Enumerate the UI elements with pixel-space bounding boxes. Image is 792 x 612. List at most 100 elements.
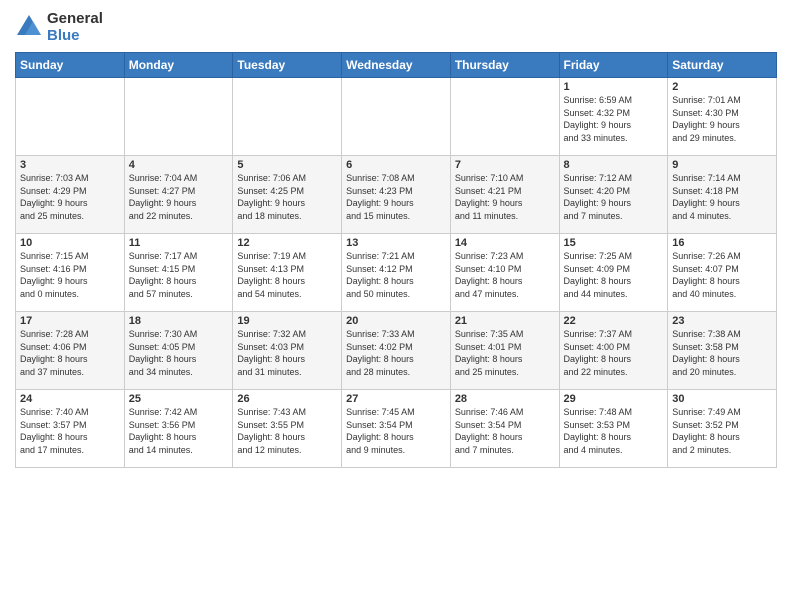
day-info: Sunrise: 7:32 AM Sunset: 4:03 PM Dayligh… [237,328,337,378]
day-info: Sunrise: 7:10 AM Sunset: 4:21 PM Dayligh… [455,172,555,222]
day-info: Sunrise: 7:40 AM Sunset: 3:57 PM Dayligh… [20,406,120,456]
day-number: 14 [455,237,555,249]
logo-text: General Blue [47,10,103,44]
col-header-monday: Monday [124,53,233,78]
day-number: 29 [564,393,664,405]
calendar-cell [342,78,451,156]
calendar-cell: 11Sunrise: 7:17 AM Sunset: 4:15 PM Dayli… [124,234,233,312]
day-info: Sunrise: 7:48 AM Sunset: 3:53 PM Dayligh… [564,406,664,456]
day-number: 21 [455,315,555,327]
day-number: 20 [346,315,446,327]
day-number: 25 [129,393,229,405]
day-info: Sunrise: 7:03 AM Sunset: 4:29 PM Dayligh… [20,172,120,222]
calendar-cell: 6Sunrise: 7:08 AM Sunset: 4:23 PM Daylig… [342,156,451,234]
calendar-cell: 7Sunrise: 7:10 AM Sunset: 4:21 PM Daylig… [450,156,559,234]
day-info: Sunrise: 7:46 AM Sunset: 3:54 PM Dayligh… [455,406,555,456]
day-info: Sunrise: 6:59 AM Sunset: 4:32 PM Dayligh… [564,94,664,144]
day-info: Sunrise: 7:21 AM Sunset: 4:12 PM Dayligh… [346,250,446,300]
day-info: Sunrise: 7:49 AM Sunset: 3:52 PM Dayligh… [672,406,772,456]
day-number: 26 [237,393,337,405]
calendar-cell: 16Sunrise: 7:26 AM Sunset: 4:07 PM Dayli… [668,234,777,312]
calendar-cell: 12Sunrise: 7:19 AM Sunset: 4:13 PM Dayli… [233,234,342,312]
day-number: 6 [346,159,446,171]
calendar-cell: 29Sunrise: 7:48 AM Sunset: 3:53 PM Dayli… [559,390,668,468]
day-info: Sunrise: 7:14 AM Sunset: 4:18 PM Dayligh… [672,172,772,222]
calendar-cell: 13Sunrise: 7:21 AM Sunset: 4:12 PM Dayli… [342,234,451,312]
day-number: 18 [129,315,229,327]
day-info: Sunrise: 7:33 AM Sunset: 4:02 PM Dayligh… [346,328,446,378]
day-info: Sunrise: 7:15 AM Sunset: 4:16 PM Dayligh… [20,250,120,300]
day-number: 10 [20,237,120,249]
calendar-header-row: SundayMondayTuesdayWednesdayThursdayFrid… [16,53,777,78]
day-info: Sunrise: 7:04 AM Sunset: 4:27 PM Dayligh… [129,172,229,222]
col-header-tuesday: Tuesday [233,53,342,78]
calendar-cell: 8Sunrise: 7:12 AM Sunset: 4:20 PM Daylig… [559,156,668,234]
day-info: Sunrise: 7:23 AM Sunset: 4:10 PM Dayligh… [455,250,555,300]
calendar-week-row: 17Sunrise: 7:28 AM Sunset: 4:06 PM Dayli… [16,312,777,390]
day-info: Sunrise: 7:35 AM Sunset: 4:01 PM Dayligh… [455,328,555,378]
calendar-cell: 9Sunrise: 7:14 AM Sunset: 4:18 PM Daylig… [668,156,777,234]
page-container: General Blue SundayMondayTuesdayWednesda… [0,0,792,478]
calendar-cell [450,78,559,156]
day-info: Sunrise: 7:30 AM Sunset: 4:05 PM Dayligh… [129,328,229,378]
calendar-cell: 25Sunrise: 7:42 AM Sunset: 3:56 PM Dayli… [124,390,233,468]
day-number: 15 [564,237,664,249]
day-info: Sunrise: 7:28 AM Sunset: 4:06 PM Dayligh… [20,328,120,378]
calendar-cell: 2Sunrise: 7:01 AM Sunset: 4:30 PM Daylig… [668,78,777,156]
calendar-cell: 19Sunrise: 7:32 AM Sunset: 4:03 PM Dayli… [233,312,342,390]
calendar-cell: 21Sunrise: 7:35 AM Sunset: 4:01 PM Dayli… [450,312,559,390]
day-info: Sunrise: 7:26 AM Sunset: 4:07 PM Dayligh… [672,250,772,300]
logo: General Blue [15,10,103,44]
day-info: Sunrise: 7:17 AM Sunset: 4:15 PM Dayligh… [129,250,229,300]
calendar-cell: 5Sunrise: 7:06 AM Sunset: 4:25 PM Daylig… [233,156,342,234]
calendar-cell: 3Sunrise: 7:03 AM Sunset: 4:29 PM Daylig… [16,156,125,234]
day-number: 30 [672,393,772,405]
day-number: 17 [20,315,120,327]
calendar-cell: 23Sunrise: 7:38 AM Sunset: 3:58 PM Dayli… [668,312,777,390]
calendar-cell: 28Sunrise: 7:46 AM Sunset: 3:54 PM Dayli… [450,390,559,468]
calendar-cell: 22Sunrise: 7:37 AM Sunset: 4:00 PM Dayli… [559,312,668,390]
day-info: Sunrise: 7:19 AM Sunset: 4:13 PM Dayligh… [237,250,337,300]
calendar-cell: 18Sunrise: 7:30 AM Sunset: 4:05 PM Dayli… [124,312,233,390]
logo-icon [15,13,43,41]
col-header-wednesday: Wednesday [342,53,451,78]
calendar-cell [16,78,125,156]
col-header-saturday: Saturday [668,53,777,78]
day-number: 16 [672,237,772,249]
calendar-cell: 26Sunrise: 7:43 AM Sunset: 3:55 PM Dayli… [233,390,342,468]
calendar-cell: 30Sunrise: 7:49 AM Sunset: 3:52 PM Dayli… [668,390,777,468]
calendar-cell: 10Sunrise: 7:15 AM Sunset: 4:16 PM Dayli… [16,234,125,312]
day-number: 28 [455,393,555,405]
day-info: Sunrise: 7:45 AM Sunset: 3:54 PM Dayligh… [346,406,446,456]
day-info: Sunrise: 7:43 AM Sunset: 3:55 PM Dayligh… [237,406,337,456]
col-header-thursday: Thursday [450,53,559,78]
day-number: 24 [20,393,120,405]
header: General Blue [15,10,777,44]
day-number: 11 [129,237,229,249]
calendar-cell: 4Sunrise: 7:04 AM Sunset: 4:27 PM Daylig… [124,156,233,234]
calendar-cell: 17Sunrise: 7:28 AM Sunset: 4:06 PM Dayli… [16,312,125,390]
day-number: 8 [564,159,664,171]
col-header-friday: Friday [559,53,668,78]
calendar-cell: 24Sunrise: 7:40 AM Sunset: 3:57 PM Dayli… [16,390,125,468]
day-info: Sunrise: 7:38 AM Sunset: 3:58 PM Dayligh… [672,328,772,378]
day-info: Sunrise: 7:06 AM Sunset: 4:25 PM Dayligh… [237,172,337,222]
day-info: Sunrise: 7:01 AM Sunset: 4:30 PM Dayligh… [672,94,772,144]
day-number: 3 [20,159,120,171]
day-number: 7 [455,159,555,171]
calendar-cell: 27Sunrise: 7:45 AM Sunset: 3:54 PM Dayli… [342,390,451,468]
calendar-table: SundayMondayTuesdayWednesdayThursdayFrid… [15,52,777,468]
day-number: 12 [237,237,337,249]
calendar-cell: 1Sunrise: 6:59 AM Sunset: 4:32 PM Daylig… [559,78,668,156]
calendar-cell: 20Sunrise: 7:33 AM Sunset: 4:02 PM Dayli… [342,312,451,390]
day-number: 13 [346,237,446,249]
calendar-week-row: 3Sunrise: 7:03 AM Sunset: 4:29 PM Daylig… [16,156,777,234]
day-number: 9 [672,159,772,171]
calendar-week-row: 24Sunrise: 7:40 AM Sunset: 3:57 PM Dayli… [16,390,777,468]
day-info: Sunrise: 7:12 AM Sunset: 4:20 PM Dayligh… [564,172,664,222]
day-number: 23 [672,315,772,327]
day-number: 5 [237,159,337,171]
calendar-week-row: 10Sunrise: 7:15 AM Sunset: 4:16 PM Dayli… [16,234,777,312]
day-number: 2 [672,81,772,93]
calendar-cell [233,78,342,156]
